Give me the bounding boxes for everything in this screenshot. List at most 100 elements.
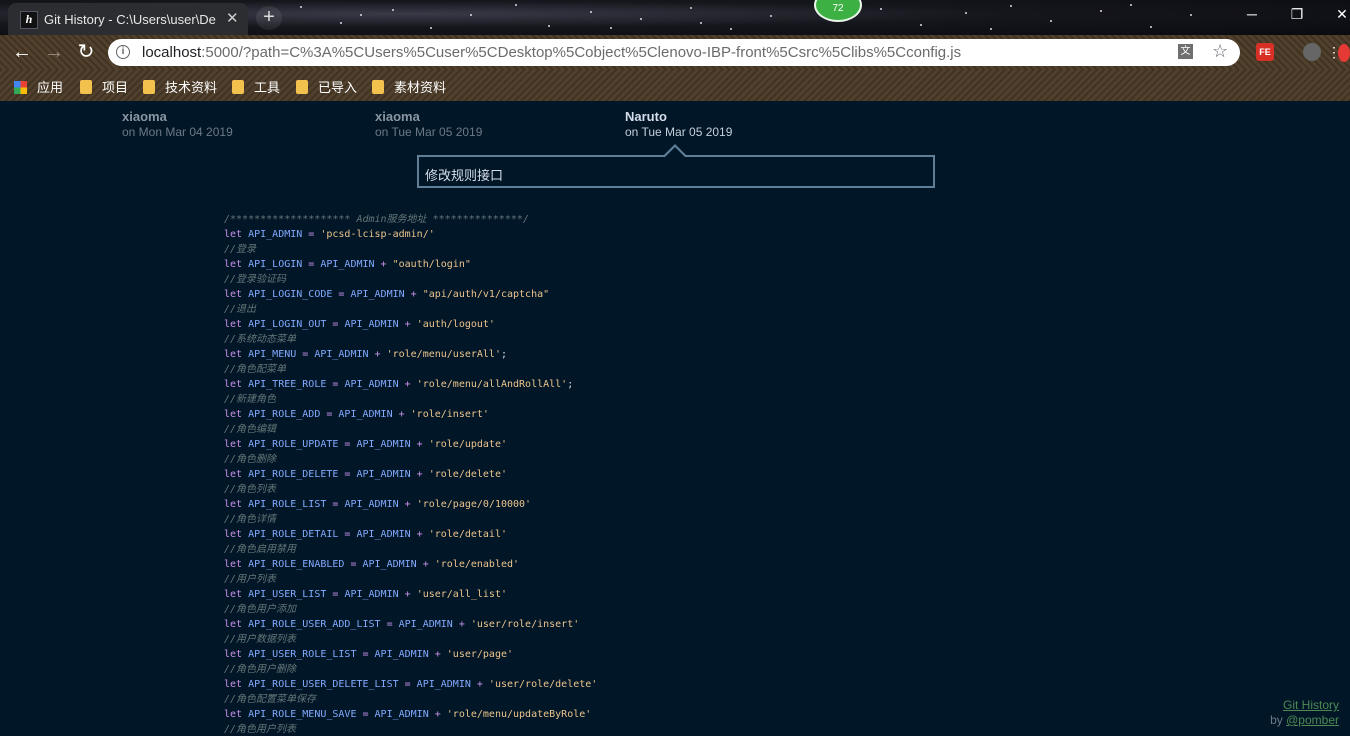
code-token: //登录: [224, 244, 257, 255]
code-token: //角色用户删除: [224, 664, 297, 675]
code-line: //角色用户删除: [224, 662, 597, 677]
commit-item-current[interactable]: Naruto on Tue Mar 05 2019: [625, 109, 825, 139]
code-line: //新建角色: [224, 392, 597, 407]
code-token: API_ROLE_DETAIL: [248, 529, 339, 540]
code-token: =: [344, 559, 363, 570]
code-line: //角色用户列表: [224, 722, 597, 736]
code-token: +: [428, 649, 447, 660]
code-token: 'user/page': [446, 649, 514, 660]
forward-arrow-icon[interactable]: →: [42, 41, 66, 65]
code-token: 'auth/logout': [416, 319, 495, 330]
code-token: =: [320, 409, 339, 420]
code-line: //角色编辑: [224, 422, 597, 437]
bookmark-label: 素材资料: [394, 80, 447, 95]
browser-toolbar: ← → ↻ i localhost:5000/?path=C%3A%5CUser…: [0, 35, 1350, 70]
code-token: +: [398, 319, 417, 330]
commit-author: xiaoma: [122, 109, 167, 124]
author-link[interactable]: @pomber: [1286, 713, 1339, 727]
reload-icon[interactable]: ↻: [74, 41, 98, 65]
code-token: +: [416, 559, 435, 570]
fe-extension-icon[interactable]: FE: [1256, 43, 1274, 61]
code-token: =: [326, 589, 345, 600]
code-line: //系统动态菜单: [224, 332, 597, 347]
code-token: //角色配菜单: [224, 364, 287, 375]
bookmark-star-icon[interactable]: ☆: [1212, 41, 1228, 62]
code-token: 'role/update': [428, 439, 507, 450]
code-token: API_ADMIN: [416, 679, 471, 690]
code-token: +: [452, 619, 471, 630]
code-token: let: [224, 619, 249, 630]
commit-item[interactable]: xiaoma on Tue Mar 05 2019: [375, 109, 575, 139]
bookmark-label: 工具: [254, 80, 281, 95]
code-line: //角色删除: [224, 452, 597, 467]
code-token: API_ADMIN: [248, 229, 303, 240]
commit-item[interactable]: xiaoma on Mon Mar 04 2019: [122, 109, 322, 139]
url-host: localhost: [142, 44, 202, 61]
code-token: let: [224, 589, 249, 600]
minimize-icon[interactable]: ─: [1242, 6, 1262, 22]
bookmark-apps[interactable]: 应用: [14, 77, 63, 95]
folder-icon: [372, 80, 384, 94]
code-token: API_USER_ROLE_LIST: [248, 649, 357, 660]
code-token: 'user/all_list': [416, 589, 507, 600]
code-token: =: [338, 529, 357, 540]
git-history-link[interactable]: Git History: [1283, 698, 1339, 712]
commit-date: on Tue Mar 05 2019: [625, 125, 733, 139]
code-line: let API_ROLE_USER_ADD_LIST = API_ADMIN +…: [224, 617, 597, 632]
code-line: //登录验证码: [224, 272, 597, 287]
code-token: =: [332, 289, 351, 300]
profile-avatar-icon[interactable]: [1303, 43, 1321, 61]
bookmark-label: 技术资料: [165, 80, 218, 95]
address-bar[interactable]: i localhost:5000/?path=C%3A%5CUsers%5Cus…: [108, 39, 1240, 66]
code-token: 'role/page/0/10000': [416, 499, 532, 510]
code-token: API_ROLE_USER_DELETE_LIST: [248, 679, 399, 690]
code-token: let: [224, 469, 249, 480]
commit-date: on Mon Mar 04 2019: [122, 125, 233, 139]
code-token: //登录验证码: [224, 274, 287, 285]
code-token: let: [224, 709, 249, 720]
back-arrow-icon[interactable]: ←: [10, 41, 34, 65]
code-line: //用户列表: [224, 572, 597, 587]
url-path: :5000/?path=C%3A%5CUsers%5Cuser%5CDeskto…: [201, 44, 962, 61]
code-line: //用户数据列表: [224, 632, 597, 647]
code-token: =: [398, 679, 417, 690]
bookmark-folder-tools[interactable]: 工具: [232, 77, 280, 95]
code-line: let API_ROLE_DETAIL = API_ADMIN + 'role/…: [224, 527, 597, 542]
code-token: =: [326, 499, 345, 510]
code-token: +: [410, 469, 429, 480]
code-token: API_ADMIN: [362, 559, 417, 570]
code-token: API_ADMIN: [356, 469, 411, 480]
translate-icon[interactable]: 文: [1178, 44, 1193, 59]
new-tab-button[interactable]: +: [256, 6, 282, 30]
site-info-icon[interactable]: i: [116, 45, 130, 59]
commit-message-box: 修改规则接口: [417, 155, 935, 188]
code-token: let: [224, 679, 249, 690]
code-token: //角色用户添加: [224, 604, 297, 615]
commit-message: 修改规则接口: [425, 168, 504, 183]
code-token: +: [470, 679, 489, 690]
code-token: +: [404, 289, 423, 300]
code-token: let: [224, 499, 249, 510]
code-view: /******************** Admin服务地址 ********…: [224, 212, 597, 736]
bookmark-folder-assets[interactable]: 素材资料: [372, 77, 446, 95]
close-window-icon[interactable]: ✕: [1332, 6, 1350, 23]
bookmark-folder-imported[interactable]: 已导入: [296, 77, 357, 95]
tab-close-icon[interactable]: ✕: [226, 9, 239, 27]
code-line: let API_ADMIN = 'pcsd-lcisp-admin/': [224, 227, 597, 242]
code-line: //角色配置菜单保存: [224, 692, 597, 707]
code-token: =: [326, 379, 345, 390]
code-line: let API_ROLE_USER_DELETE_LIST = API_ADMI…: [224, 677, 597, 692]
code-token: API_USER_LIST: [248, 589, 327, 600]
bookmark-folder-tech-docs[interactable]: 技术资料: [143, 77, 217, 95]
code-token: =: [338, 439, 357, 450]
active-tab[interactable]: h Git History - C:\Users\user\De ✕: [8, 3, 248, 35]
code-token: API_ROLE_ENABLED: [248, 559, 345, 570]
bookmark-folder-projects[interactable]: 项目: [80, 77, 128, 95]
code-line: let API_TREE_ROLE = API_ADMIN + 'role/me…: [224, 377, 597, 392]
notification-extension-icon[interactable]: [1338, 44, 1350, 62]
url-text[interactable]: localhost:5000/?path=C%3A%5CUsers%5Cuser…: [142, 44, 961, 61]
restore-icon[interactable]: ❐: [1287, 6, 1307, 23]
code-token: API_MENU: [248, 349, 297, 360]
code-token: +: [368, 349, 387, 360]
badge-counter[interactable]: 72: [814, 0, 862, 22]
